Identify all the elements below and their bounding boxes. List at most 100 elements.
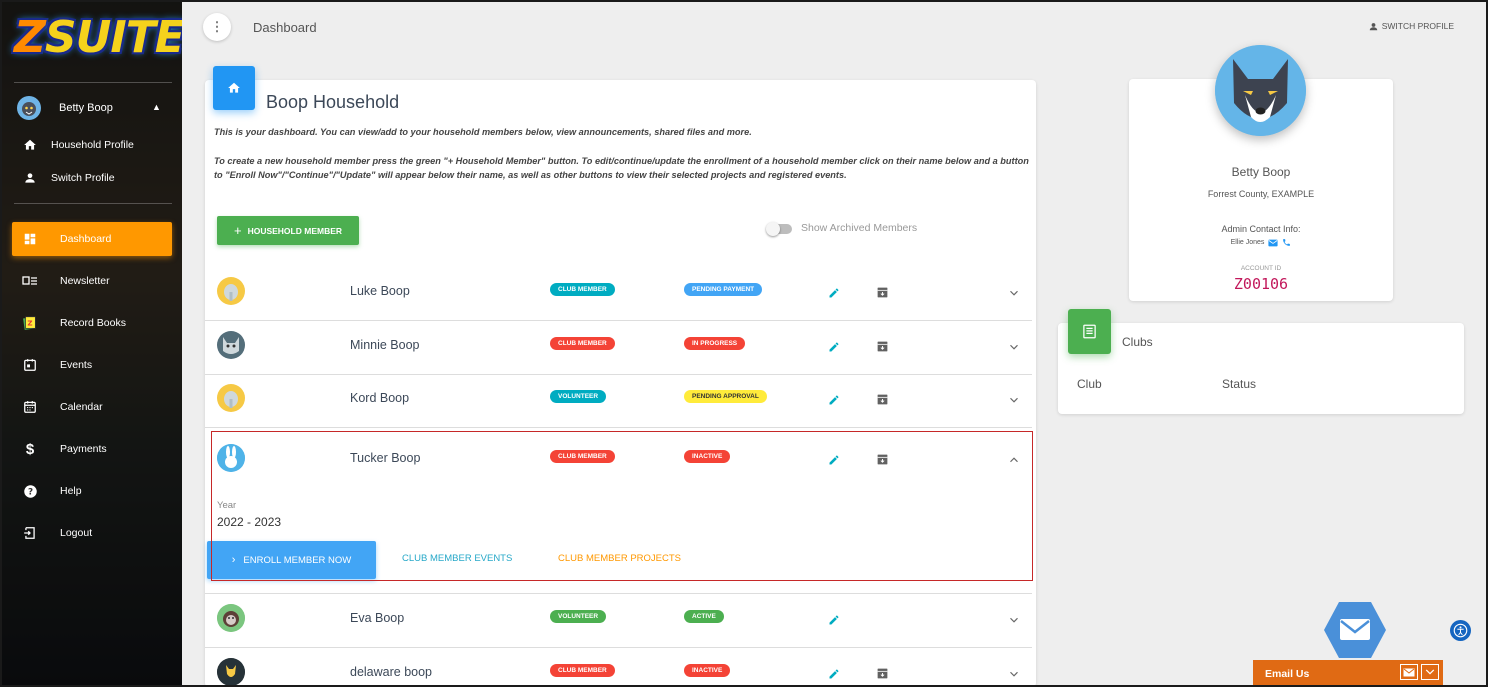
show-archived-label: Show Archived Members: [801, 222, 918, 234]
newsletter-icon: [22, 273, 38, 289]
events-icon: [22, 357, 38, 373]
switch-profile-label: SWITCH PROFILE: [1381, 21, 1454, 31]
enroll-button-label: ENROLL MEMBER NOW: [243, 554, 352, 566]
show-archived-toggle[interactable]: [766, 222, 792, 236]
role-badge: CLUB MEMBER: [550, 283, 615, 296]
status-badge: ACTIVE: [684, 610, 724, 623]
phone-icon[interactable]: [1282, 238, 1291, 247]
clubs-title: Clubs: [1122, 335, 1153, 349]
archive-icon[interactable]: [876, 453, 889, 466]
member-name[interactable]: Minnie Boop: [350, 338, 420, 352]
page-title: Boop Household: [266, 92, 400, 112]
email-us-bar[interactable]: Email Us: [1253, 660, 1443, 687]
member-name[interactable]: Tucker Boop: [350, 451, 420, 465]
edit-icon[interactable]: [828, 287, 840, 299]
sidebar-item-label: Record Books: [60, 317, 126, 329]
sidebar-item-label: Calendar: [60, 401, 103, 413]
more-menu-button[interactable]: ⋮: [203, 13, 231, 41]
sidebar: ZSUITE Betty Boop ▲ Household Profile Sw…: [2, 2, 182, 685]
member-name[interactable]: Luke Boop: [350, 284, 410, 298]
sidebar-item-label: Logout: [60, 527, 93, 539]
switch-profile-button[interactable]: SWITCH PROFILE: [1369, 21, 1454, 31]
member-name[interactable]: delaware boop: [350, 665, 432, 679]
sidebar-item-record-books[interactable]: Z Record Books: [12, 306, 172, 340]
sidebar-item-dashboard[interactable]: Dashboard: [12, 222, 172, 256]
archive-icon[interactable]: [876, 393, 889, 406]
enroll-member-button[interactable]: › ENROLL MEMBER NOW: [207, 541, 376, 579]
member-avatar: [217, 384, 245, 412]
help-icon: ?: [22, 483, 38, 499]
add-household-member-button[interactable]: + HOUSEHOLD MEMBER: [217, 216, 359, 245]
chevron-down-icon[interactable]: [1007, 286, 1021, 300]
sidebar-divider: [14, 82, 172, 83]
member-avatar: [217, 277, 245, 305]
breadcrumb: Dashboard: [253, 20, 317, 35]
chevron-up-icon[interactable]: [1007, 453, 1021, 467]
chevron-down-icon[interactable]: [1007, 340, 1021, 354]
member-row[interactable]: Kord Boop VOLUNTEER PENDING APPROVAL: [205, 374, 1032, 428]
minimize-chevron-icon[interactable]: [1421, 664, 1439, 680]
caret-up-icon[interactable]: ▲: [152, 102, 161, 112]
edit-icon[interactable]: [828, 454, 840, 466]
dashboard-icon: [22, 231, 38, 247]
role-badge: VOLUNTEER: [550, 390, 607, 403]
user-avatar: [17, 96, 41, 120]
member-row[interactable]: Luke Boop CLUB MEMBER PENDING PAYMENT: [205, 267, 1032, 321]
archive-icon[interactable]: [876, 286, 889, 299]
sidebar-link-household-profile[interactable]: Household Profile: [22, 137, 134, 153]
status-badge: INACTIVE: [684, 450, 731, 463]
admin-contact-label: Admin Contact Info:: [1221, 224, 1301, 234]
member-row[interactable]: Minnie Boop CLUB MEMBER IN PROGRESS: [205, 321, 1032, 375]
member-avatar: [217, 331, 245, 359]
sidebar-link-switch-profile[interactable]: Switch Profile: [22, 170, 115, 186]
svg-text:?: ?: [27, 487, 32, 497]
logout-icon: [22, 525, 38, 541]
chevron-down-icon[interactable]: [1007, 393, 1021, 407]
edit-icon[interactable]: [828, 341, 840, 353]
sidebar-item-payments[interactable]: $ Payments: [12, 432, 172, 466]
svg-text:Z: Z: [27, 319, 32, 328]
club-member-projects-link[interactable]: CLUB MEMBER PROJECTS: [558, 553, 681, 564]
sidebar-item-events[interactable]: Events: [12, 348, 172, 382]
admin-name: Ellie Jones: [1230, 239, 1265, 246]
sidebar-user-name: Betty Boop: [59, 102, 113, 114]
member-row[interactable]: delaware boop CLUB MEMBER INACTIVE: [205, 648, 1032, 687]
mail-icon[interactable]: [1400, 664, 1418, 680]
member-name[interactable]: Kord Boop: [350, 391, 409, 405]
status-badge: PENDING PAYMENT: [684, 283, 763, 296]
clubs-column-status: Status: [1222, 377, 1257, 391]
account-id-label: ACCOUNT ID: [1240, 265, 1282, 272]
archive-icon[interactable]: [876, 340, 889, 353]
clubs-card: [1058, 323, 1464, 414]
sidebar-item-help[interactable]: ? Help: [12, 474, 172, 508]
home-icon: [22, 137, 38, 153]
profile-name: Betty Boop: [1231, 165, 1291, 179]
home-badge-icon: [213, 66, 255, 110]
status-badge: PENDING APPROVAL: [684, 390, 767, 403]
member-row[interactable]: Eva Boop VOLUNTEER ACTIVE: [205, 594, 1032, 648]
chevron-down-icon[interactable]: [1007, 613, 1021, 627]
intro-text: This is your dashboard. You can view/add…: [214, 127, 752, 137]
sidebar-item-label: Events: [60, 359, 93, 371]
sidebar-item-logout[interactable]: Logout: [12, 516, 172, 550]
email-icon[interactable]: [1268, 239, 1279, 247]
plus-icon: +: [233, 223, 242, 238]
chevron-down-icon[interactable]: [1007, 667, 1021, 681]
sidebar-user[interactable]: Betty Boop: [17, 96, 113, 120]
archive-icon[interactable]: [876, 667, 889, 680]
status-badge: INACTIVE: [684, 664, 731, 677]
person-icon: [1369, 22, 1377, 30]
zsuite-logo[interactable]: ZSUITE: [14, 12, 182, 63]
edit-icon[interactable]: [828, 394, 840, 406]
list-icon: [1068, 309, 1111, 354]
year-label: Year: [217, 500, 237, 511]
dollar-icon: $: [25, 440, 35, 458]
edit-icon[interactable]: [828, 668, 840, 680]
sidebar-item-calendar[interactable]: Calendar: [12, 390, 172, 424]
contact-email-icon[interactable]: [1323, 600, 1387, 660]
sidebar-item-newsletter[interactable]: Newsletter: [12, 264, 172, 298]
accessibility-icon[interactable]: [1450, 620, 1471, 641]
edit-icon[interactable]: [828, 614, 840, 626]
member-name[interactable]: Eva Boop: [350, 611, 404, 625]
club-member-events-link[interactable]: CLUB MEMBER EVENTS: [402, 553, 512, 564]
